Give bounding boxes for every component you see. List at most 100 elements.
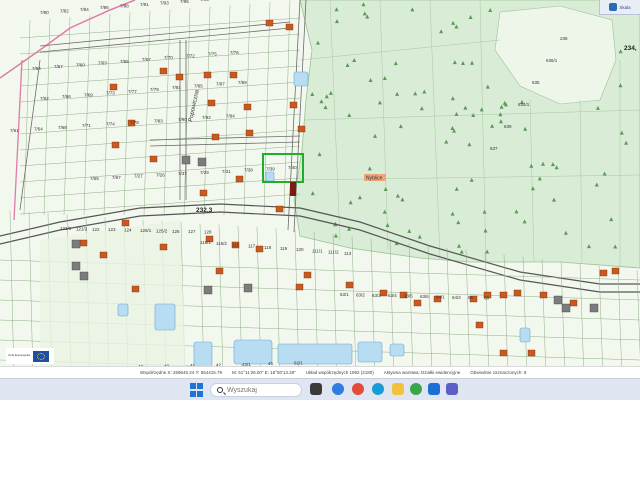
outbuilding bbox=[197, 157, 207, 167]
status-system: Układ współrzędnych 1992 (2180) bbox=[305, 370, 374, 375]
building bbox=[109, 83, 118, 91]
plot-number-label: 7/40 bbox=[288, 165, 297, 170]
plot-number-label: 63/4 bbox=[388, 293, 397, 298]
plot-number-label: 116 bbox=[232, 242, 240, 247]
layers-icon[interactable] bbox=[609, 3, 618, 11]
plot-number-label: 238 bbox=[560, 36, 568, 41]
plot-number-label: 7/67 bbox=[142, 57, 151, 62]
status-coords: Współrzędne X: 269645.24 Y: 554415.79 bbox=[140, 370, 222, 375]
plot-number-label: 636/1 bbox=[546, 58, 558, 63]
plot-number-label: 125/2 bbox=[156, 228, 168, 233]
plot-number-label: 63/5 bbox=[404, 294, 413, 299]
building bbox=[235, 175, 244, 183]
plot-number-label: 126 bbox=[172, 229, 180, 234]
building bbox=[121, 219, 130, 227]
building bbox=[265, 19, 274, 27]
cadastral-map[interactable]: Nyblice Popowiczna 234, 232,3 7/80 7/82 7/… bbox=[0, 0, 640, 378]
task-view-icon[interactable] bbox=[310, 383, 322, 395]
plot-number-label: 63/1 bbox=[340, 292, 349, 297]
building bbox=[599, 269, 608, 277]
status-latlon: M: 51°11'28.00" E: 18°50'13.28" bbox=[231, 370, 296, 375]
teams-icon[interactable] bbox=[446, 383, 458, 395]
plot-number-label: 7/39 bbox=[266, 166, 275, 171]
plot-number-label: 639 bbox=[504, 124, 512, 129]
building bbox=[379, 289, 388, 297]
district-boundary-2 bbox=[13, 59, 23, 221]
chrome-icon[interactable] bbox=[352, 383, 364, 395]
plot-number-label: 7/72 bbox=[186, 53, 195, 58]
plot-number-label: 7/37 bbox=[178, 171, 187, 176]
plot-number-label: 7/63 bbox=[98, 61, 107, 66]
plot-number-label: 7/26 bbox=[156, 172, 165, 177]
plot-number-label: 7/74 bbox=[106, 122, 115, 127]
plot-number-label: 63/2 bbox=[356, 292, 365, 297]
plot-number-label: 113 bbox=[344, 251, 352, 256]
building bbox=[513, 289, 522, 297]
building bbox=[285, 23, 294, 31]
plot-number-label: 7/79 bbox=[150, 87, 159, 92]
plot-number-label: 128 bbox=[204, 230, 212, 235]
plot-number-label: 7/96 bbox=[200, 0, 209, 2]
building bbox=[527, 349, 536, 357]
building bbox=[243, 103, 252, 111]
plot-number-label: 7/90 bbox=[178, 117, 187, 122]
outbuilding bbox=[71, 239, 81, 249]
outbuilding bbox=[79, 271, 89, 281]
plot-number-label: 7/65 bbox=[90, 176, 99, 181]
plot-number-label: 634/1 bbox=[518, 102, 530, 107]
scale-widget[interactable]: Skala bbox=[599, 0, 640, 15]
plot-number-label: 7/84 bbox=[80, 7, 89, 12]
plot-number-label: 7/81 bbox=[172, 85, 181, 90]
plot-number-label: 635 bbox=[532, 80, 540, 85]
building bbox=[159, 243, 168, 251]
plot-number-label: 63/6 bbox=[420, 294, 429, 299]
plot-number-label: 63/3 bbox=[372, 293, 381, 298]
status-bar: Współrzędne X: 269645.24 Y: 554415.79 M:… bbox=[0, 366, 640, 378]
building bbox=[413, 299, 422, 307]
plot-number-label: 7/54 bbox=[32, 66, 41, 71]
status-layer: Aktywna warstwa: Działki ewidencyjne bbox=[383, 370, 461, 375]
plot-number-label: 7/66 bbox=[62, 94, 71, 99]
plot-number-label: 121/2 bbox=[76, 226, 88, 231]
building bbox=[111, 141, 120, 149]
chrome-alt-icon[interactable] bbox=[410, 383, 422, 395]
building bbox=[499, 291, 508, 299]
building bbox=[79, 239, 88, 247]
taskbar-search-input[interactable] bbox=[227, 386, 287, 394]
plot-number-label: 7/77 bbox=[128, 89, 137, 94]
plot-number-label: 7/27 bbox=[134, 174, 143, 179]
widgets-icon[interactable] bbox=[332, 383, 344, 395]
outbuilding bbox=[181, 155, 191, 165]
scale-widget-label: Skala bbox=[619, 4, 631, 10]
plot-number-label: 7/31 bbox=[222, 169, 231, 174]
plot-number-label: 7/57 bbox=[54, 64, 63, 69]
building bbox=[175, 73, 184, 81]
edge-icon[interactable] bbox=[372, 383, 384, 395]
plot-number-label: 7/83 bbox=[154, 118, 163, 123]
plot-number-label: 7/29 bbox=[200, 170, 209, 175]
map-canvas[interactable]: Nyblice Popowiczna 234, 232,3 7/80 7/82 7/… bbox=[0, 0, 640, 378]
selected-building bbox=[290, 182, 296, 196]
eu-logo: Unia Europejska bbox=[6, 348, 54, 364]
taskbar-search[interactable] bbox=[210, 383, 302, 397]
building bbox=[275, 205, 284, 213]
plot-number-label: 7/64 bbox=[34, 126, 43, 131]
mail-icon[interactable] bbox=[428, 383, 440, 395]
search-icon bbox=[217, 387, 223, 393]
plot-number-label: 121/1 bbox=[60, 226, 72, 231]
plot-number-label: 62/1 bbox=[294, 361, 303, 366]
plot-number-label: 118 bbox=[264, 245, 272, 250]
plot-number-label: 7/94 bbox=[226, 114, 235, 119]
building bbox=[203, 71, 212, 79]
taskbar bbox=[0, 378, 640, 400]
outbuilding bbox=[71, 261, 81, 271]
plot-number-label: 7/69 bbox=[84, 92, 93, 97]
plot-number-label: 122 bbox=[92, 227, 100, 232]
eu-flag-icon bbox=[33, 350, 49, 362]
file-explorer-icon[interactable] bbox=[392, 383, 404, 395]
building bbox=[611, 267, 620, 275]
plot-number-label: 66 bbox=[484, 296, 490, 301]
plot-number-label: 7/89 bbox=[238, 80, 247, 85]
windows-start-button[interactable] bbox=[190, 383, 204, 397]
building bbox=[475, 321, 484, 329]
